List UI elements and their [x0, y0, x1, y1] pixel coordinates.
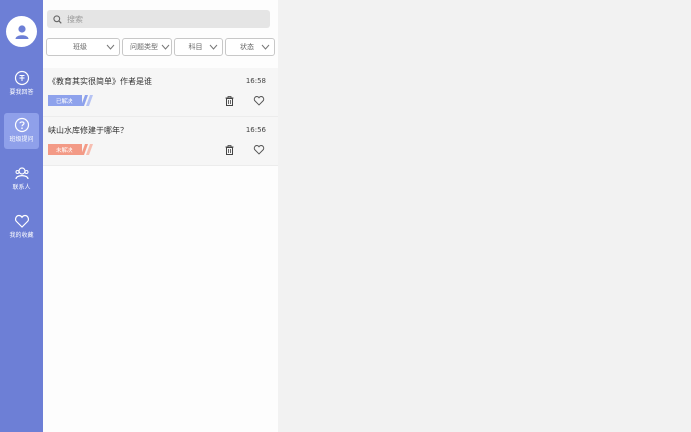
sidebar-item-class-questions[interactable]: 班级提问 — [4, 113, 39, 149]
favorite-heart-icon[interactable] — [253, 144, 265, 155]
question-list-panel: 搜索 班级 问题类型 科目 状态 《教育其实很简单》作者是谁 16:58 已解决 — [43, 0, 278, 432]
question-title: 峡山水库修建于哪年？ — [48, 126, 128, 135]
question-title: 《教育其实很简单》作者是谁 — [48, 77, 152, 86]
chevron-down-icon — [209, 44, 218, 50]
favorite-heart-icon[interactable] — [253, 95, 265, 106]
chevron-down-icon — [261, 44, 270, 50]
filter-label: 问题类型 — [130, 43, 158, 51]
filter-bar: 班级 问题类型 科目 状态 — [46, 38, 276, 56]
contacts-icon — [14, 165, 30, 181]
filter-label: 科目 — [188, 43, 203, 51]
search-icon — [53, 14, 62, 24]
trash-icon[interactable] — [225, 96, 234, 106]
filter-question-type[interactable]: 问题类型 — [122, 38, 172, 56]
sidebar-item-answer[interactable]: 要我回答 — [4, 66, 39, 102]
filter-label: 班级 — [73, 43, 87, 51]
chevron-down-icon — [106, 44, 115, 50]
question-icon — [14, 117, 30, 133]
trash-icon[interactable] — [225, 145, 234, 155]
sidebar-item-favorites[interactable]: 我的收藏 — [4, 209, 39, 245]
question-list: 《教育其实很简单》作者是谁 16:58 已解决 峡山水库修建于哪年？ 16:56… — [43, 68, 278, 166]
sidebar-item-label: 要我回答 — [9, 89, 34, 96]
user-icon — [15, 24, 28, 39]
filter-status[interactable]: 状态 — [225, 38, 275, 56]
status-badge: 已解决 — [48, 95, 82, 106]
sidebar-item-label: 我的收藏 — [9, 232, 34, 239]
question-time: 16:58 — [245, 77, 266, 85]
filter-class[interactable]: 班级 — [46, 38, 120, 56]
sidebar-item-label: 班级提问 — [9, 136, 34, 143]
question-time: 16:56 — [245, 126, 266, 134]
answer-icon — [14, 70, 30, 86]
sidebar-item-contacts[interactable]: 联系人 — [4, 161, 39, 197]
filter-subject[interactable]: 科目 — [174, 38, 223, 56]
list-item[interactable]: 《教育其实很简单》作者是谁 16:58 已解决 — [43, 68, 278, 117]
sidebar: 要我回答 班级提问 联系人 我的收藏 — [0, 0, 43, 432]
list-item[interactable]: 峡山水库修建于哪年？ 16:56 未解决 — [43, 117, 278, 166]
filter-label: 状态 — [240, 43, 254, 51]
avatar[interactable] — [6, 16, 37, 47]
chevron-down-icon — [161, 44, 170, 50]
search-placeholder: 搜索 — [67, 14, 83, 24]
heart-icon — [14, 213, 30, 229]
sidebar-item-label: 联系人 — [12, 184, 31, 191]
status-badge: 未解决 — [48, 144, 82, 155]
search-input[interactable]: 搜索 — [47, 10, 270, 28]
